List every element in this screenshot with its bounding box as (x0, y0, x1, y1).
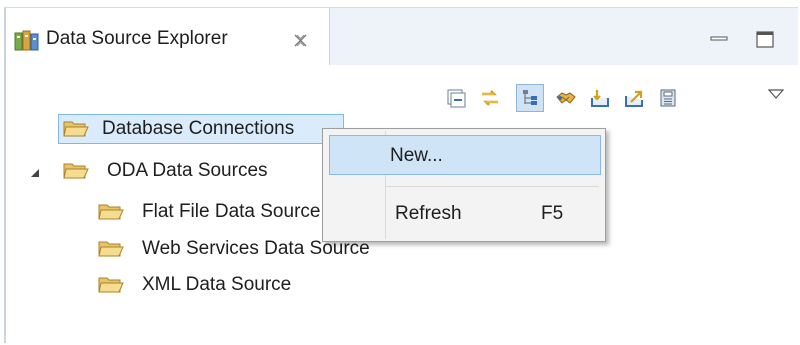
tab-title: Data Source Explorer (46, 28, 228, 49)
link-with-editor-button[interactable] (476, 84, 504, 112)
menu-item-refresh[interactable]: Refresh F5 (329, 193, 601, 233)
tree-item-label: Database Connections (102, 118, 295, 139)
view-tab-strip: Data Source Explorer (6, 8, 798, 65)
menu-separator (385, 186, 599, 187)
folder-icon (98, 241, 124, 257)
collapse-all-button[interactable] (442, 84, 470, 112)
import-button[interactable] (586, 84, 614, 112)
data-source-explorer-icon (14, 30, 39, 51)
minimize-icon[interactable] (710, 32, 728, 46)
close-icon[interactable] (292, 32, 309, 49)
handshake-icon (556, 92, 576, 104)
tree-item-label: Flat File Data Source (142, 201, 321, 222)
collapse-all-icon (447, 89, 466, 108)
maximize-icon[interactable] (755, 30, 775, 49)
folder-icon (98, 277, 124, 293)
tree-layout-icon (523, 90, 537, 105)
folder-icon (63, 121, 89, 137)
tree-layout-button[interactable] (516, 84, 544, 112)
menu-item-new[interactable]: New... (329, 135, 601, 175)
link-with-editor-icon (482, 90, 498, 106)
save-button[interactable] (654, 84, 682, 112)
save-icon (660, 89, 676, 107)
menu-item-label: New... (390, 145, 443, 166)
folder-icon (98, 204, 124, 220)
menu-item-shortcut: F5 (541, 203, 564, 224)
expanded-triangle-icon[interactable] (30, 167, 42, 179)
export-button[interactable] (620, 84, 648, 112)
folder-icon (63, 163, 89, 179)
tree-item-label: XML Data Source (142, 274, 292, 295)
view-menu-icon[interactable] (766, 88, 786, 100)
export-icon (625, 90, 643, 107)
handshake-button[interactable] (552, 84, 580, 112)
tree-item-label: ODA Data Sources (107, 160, 268, 181)
menu-item-label: Refresh (395, 203, 462, 224)
import-icon (591, 90, 609, 107)
context-menu: New... Refresh F5 (322, 128, 606, 242)
tab-data-source-explorer[interactable]: Data Source Explorer (6, 8, 330, 65)
